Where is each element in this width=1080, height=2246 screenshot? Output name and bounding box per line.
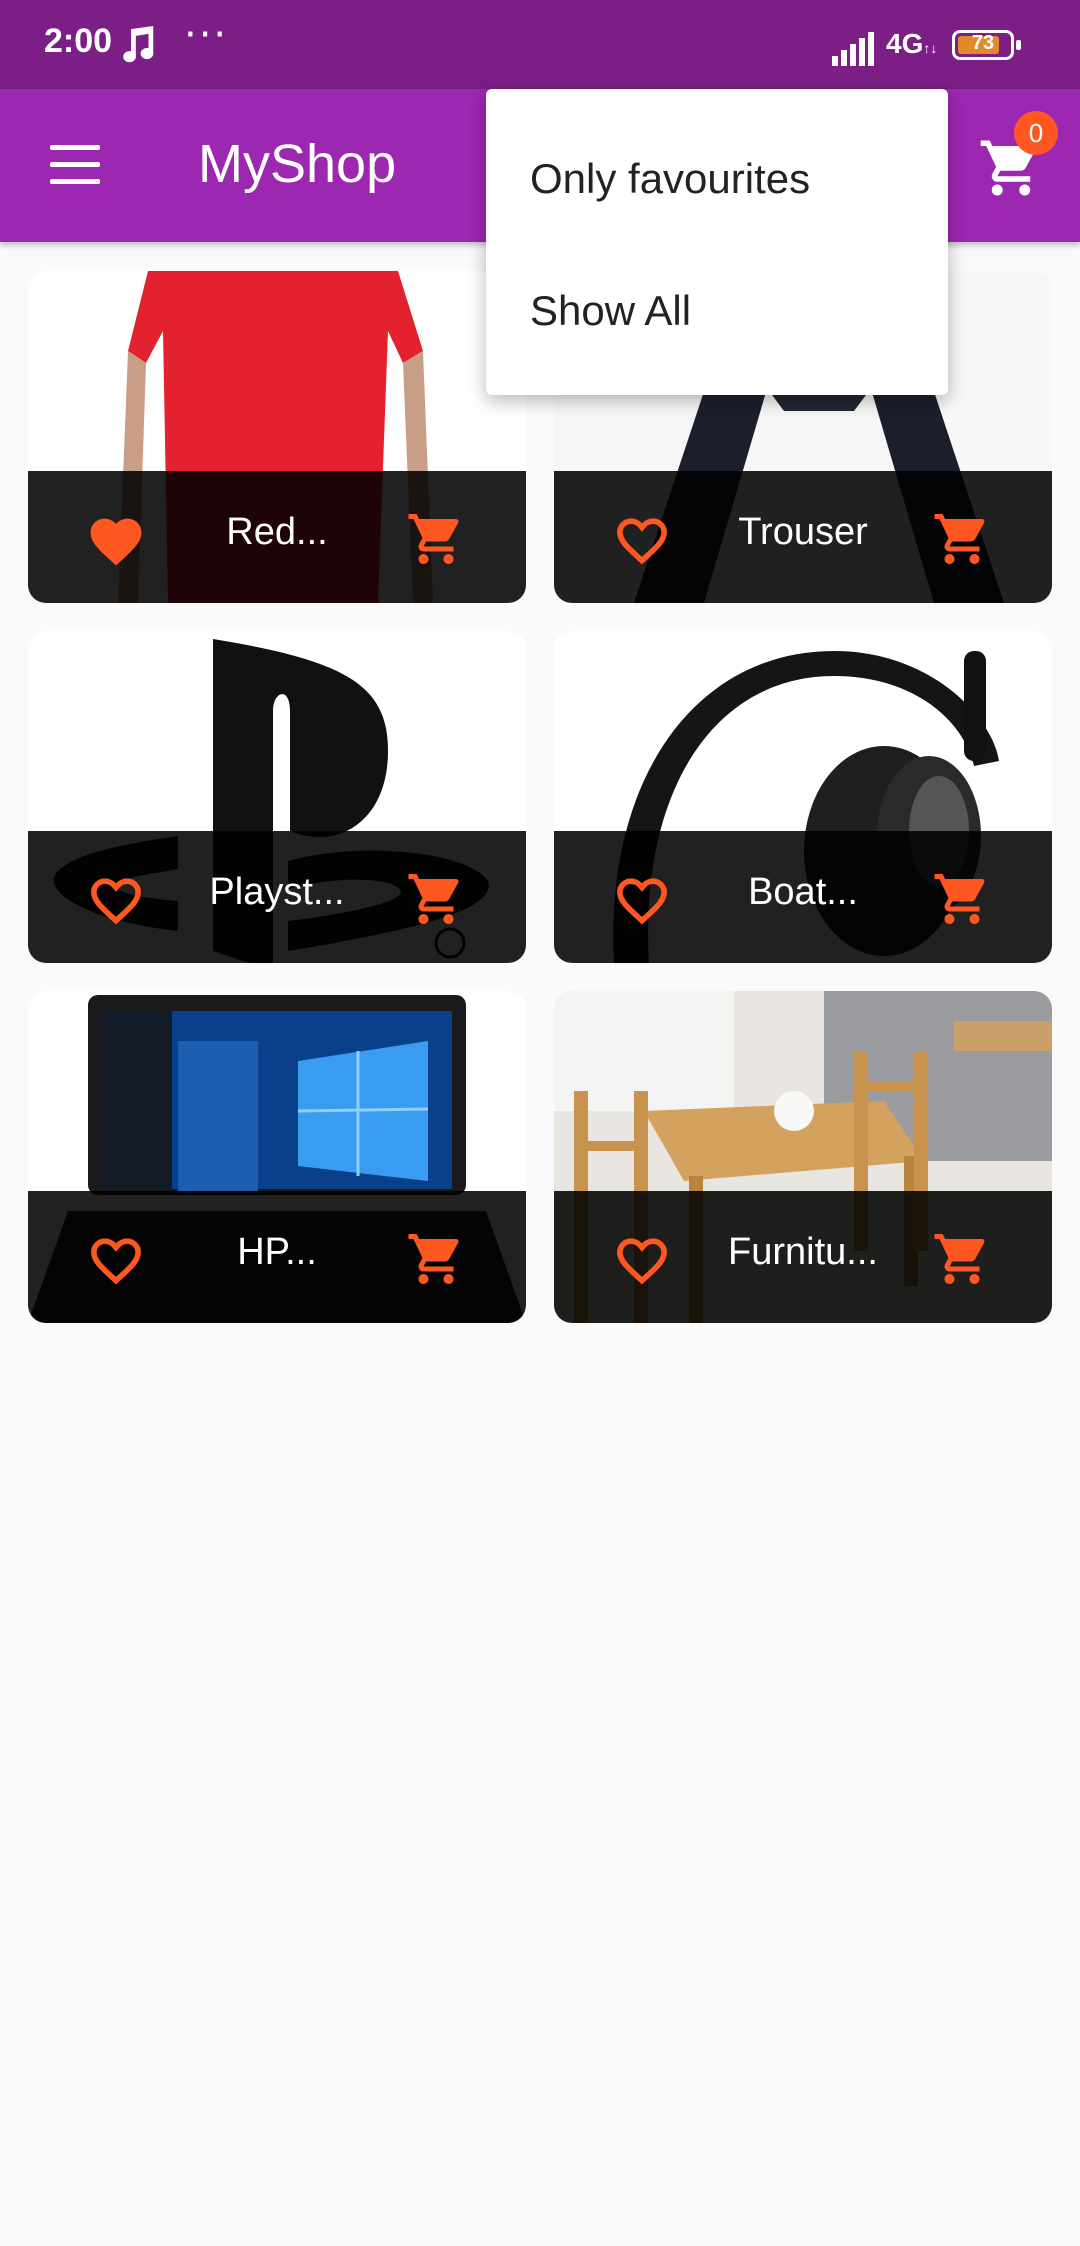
product-footer: HP... xyxy=(28,1191,526,1323)
heart-outline-icon[interactable] xyxy=(84,871,148,927)
product-footer: Boat... xyxy=(554,831,1052,963)
add-to-cart-icon[interactable] xyxy=(932,869,992,929)
product-title: HP... xyxy=(237,1231,317,1273)
product-footer: Red... xyxy=(28,471,526,603)
product-tile[interactable]: Boat... xyxy=(554,631,1052,963)
product-footer: Playst... xyxy=(28,831,526,963)
battery-icon: 73 xyxy=(952,30,1021,60)
product-footer: Furnitu... xyxy=(554,1191,1052,1323)
add-to-cart-icon[interactable] xyxy=(406,869,466,929)
product-title: Boat... xyxy=(748,871,858,913)
hamburger-menu-icon[interactable] xyxy=(40,137,112,197)
cart-count-badge: 0 xyxy=(1014,111,1058,155)
heart-outline-icon[interactable] xyxy=(84,1231,148,1287)
product-footer: Trouser xyxy=(554,471,1052,603)
product-title: Playst... xyxy=(209,871,345,913)
heart-outline-icon[interactable] xyxy=(610,871,674,927)
more-notifications-icon: ··· xyxy=(184,12,229,58)
product-tile[interactable]: HP... xyxy=(28,991,526,1323)
product-title: Trouser xyxy=(738,511,868,553)
product-tile[interactable]: Furnitu... xyxy=(554,991,1052,1323)
product-tile[interactable]: Playst... xyxy=(28,631,526,963)
network-type: 4G↑↓ xyxy=(886,28,938,59)
product-title: Red... xyxy=(226,511,328,553)
menu-item-only-favourites[interactable]: Only favourites xyxy=(530,155,810,203)
heart-filled-icon[interactable] xyxy=(84,511,148,567)
music-note-icon xyxy=(123,26,154,63)
add-to-cart-icon[interactable] xyxy=(932,1229,992,1289)
app-title: MyShop xyxy=(198,134,397,194)
signal-strength-icon xyxy=(832,32,874,66)
menu-item-show-all[interactable]: Show All xyxy=(530,287,691,335)
filter-popup-menu: Only favourites Show All xyxy=(486,89,948,395)
add-to-cart-icon[interactable] xyxy=(406,1229,466,1289)
product-title: Furnitu... xyxy=(728,1231,878,1273)
heart-outline-icon[interactable] xyxy=(610,1231,674,1287)
add-to-cart-icon[interactable] xyxy=(932,509,992,569)
status-time: 2:00 xyxy=(44,22,113,60)
battery-level: 73 xyxy=(971,32,995,54)
product-tile[interactable]: Red... xyxy=(28,271,526,603)
add-to-cart-icon[interactable] xyxy=(406,509,466,569)
heart-outline-icon[interactable] xyxy=(610,511,674,567)
status-bar: 2:00 ··· 4G↑↓ 73 xyxy=(0,0,1080,89)
